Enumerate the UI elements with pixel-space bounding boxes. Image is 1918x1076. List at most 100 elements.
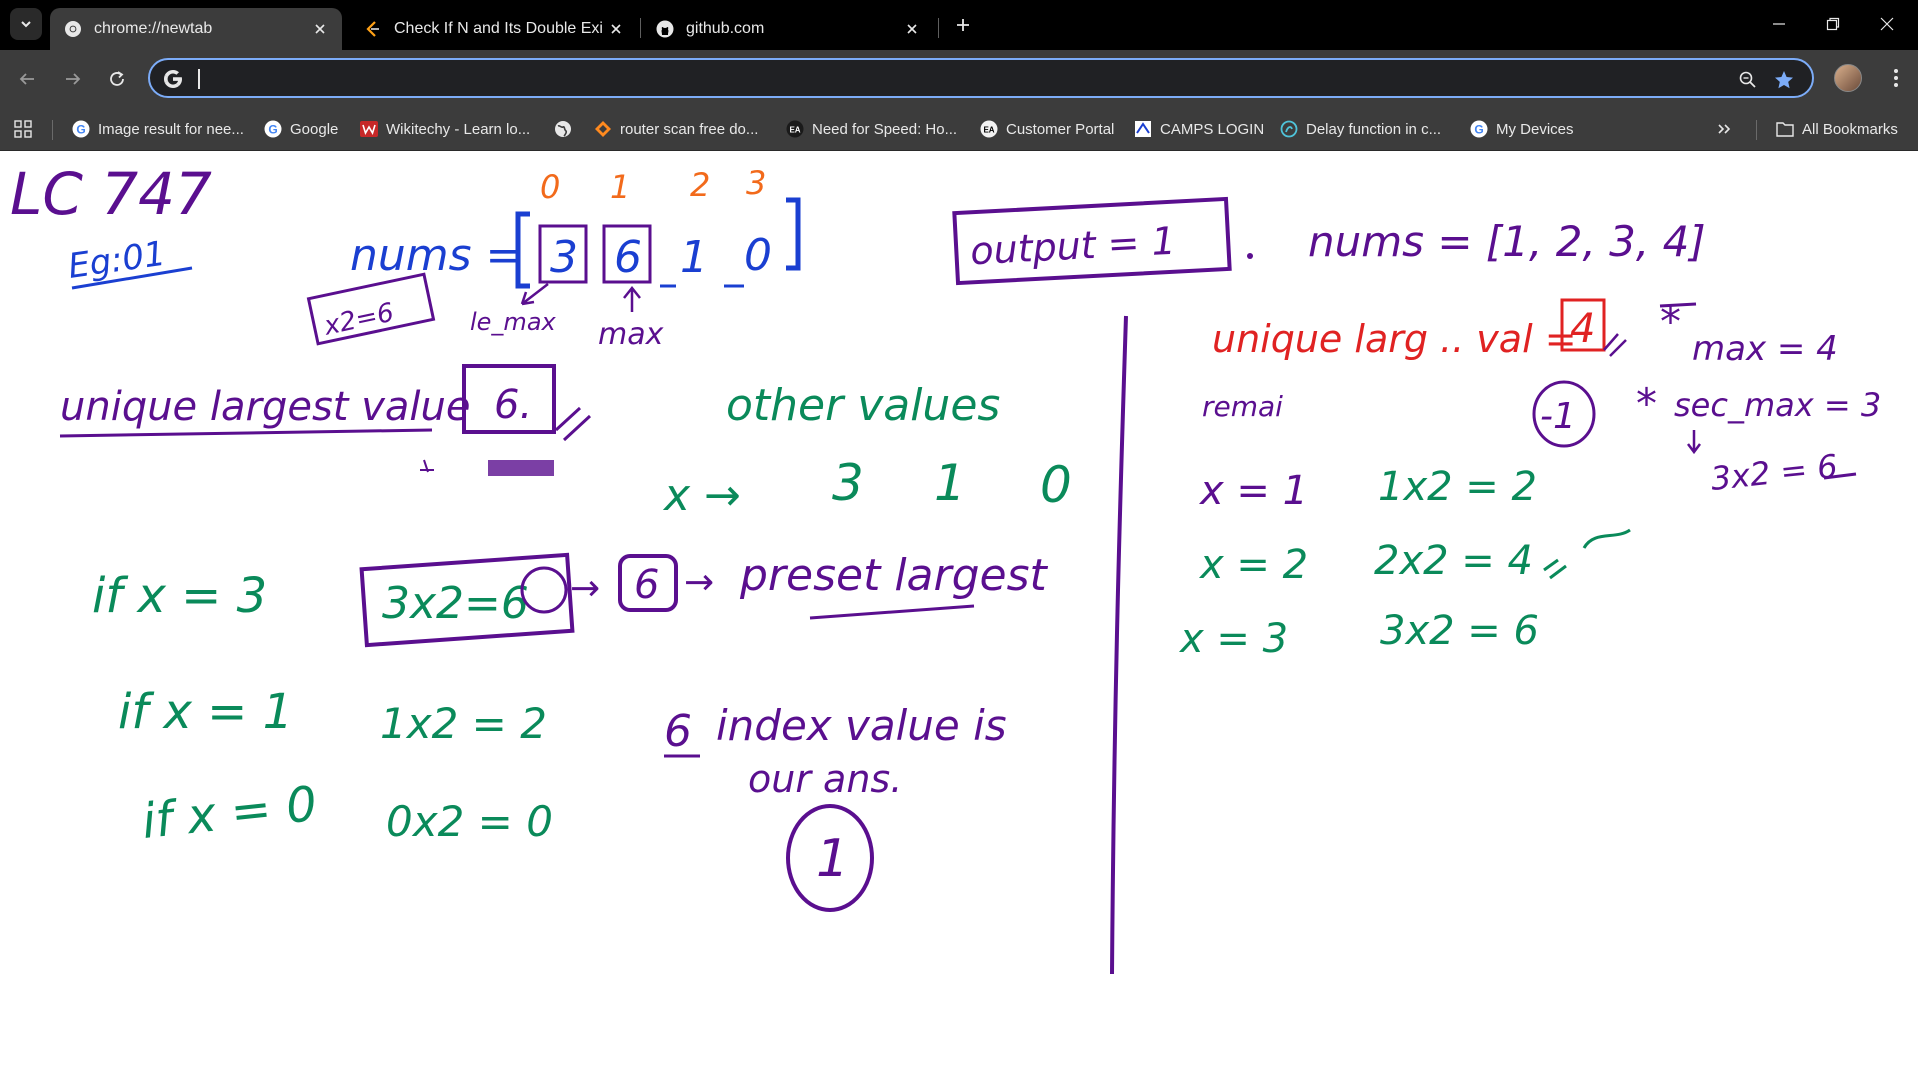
scribble	[488, 460, 554, 476]
arrow-max	[623, 285, 641, 312]
google-icon: G	[264, 120, 282, 138]
close-icon[interactable]	[602, 15, 630, 43]
nums-value: 0	[744, 230, 772, 281]
index-label: 0	[540, 168, 560, 206]
sec-max-label: sec_max = 3	[1674, 386, 1881, 424]
bookmark-label: Google	[290, 120, 339, 138]
nums-value: 3	[550, 232, 578, 283]
svg-text:EA: EA	[983, 126, 994, 135]
github-icon	[656, 20, 674, 38]
val4-text: 4	[1570, 306, 1595, 352]
calc-1-text: 1x2 = 2	[380, 699, 547, 748]
max-eq-label: max = 4	[1692, 329, 1838, 369]
svg-text:G: G	[268, 123, 277, 137]
whiteboard-canvas[interactable]: LC 747 Eg:01 0 1 2 3 nums = 3 6 1 0 x2=6…	[0, 150, 1918, 1076]
bookmarks-overflow-button[interactable]	[1716, 116, 1732, 142]
tab-separator	[938, 18, 939, 38]
minimize-icon	[1773, 23, 1785, 25]
check-mark	[1543, 528, 1631, 580]
reload-icon	[110, 71, 124, 86]
address-bar[interactable]	[148, 58, 1814, 98]
boxed-6-text: 6	[634, 562, 659, 608]
all-bookmarks-button[interactable]: All Bookmarks	[1776, 116, 1898, 142]
index-value-label: index value is	[716, 701, 1007, 750]
other-value: 0	[1040, 456, 1072, 514]
star-bar	[1659, 302, 1697, 308]
index-6-label: 6	[664, 706, 692, 757]
right-x1-label: x = 1	[1198, 468, 1308, 514]
index-label: 2	[690, 166, 710, 204]
zoom-icon[interactable]	[1736, 68, 1760, 92]
right-x3-label: x = 3	[1178, 616, 1288, 662]
reload-button[interactable]	[100, 62, 134, 96]
our-ans-label: our ans.	[748, 757, 902, 801]
new-tab-button[interactable]	[948, 10, 978, 40]
nums-value: 6	[614, 232, 642, 283]
close-icon[interactable]	[306, 15, 334, 43]
tab-title: Check If N and Its Double Exist	[394, 20, 602, 37]
bookmark-label: CAMPS LOGIN	[1160, 120, 1265, 138]
address-input[interactable]	[196, 66, 1700, 94]
bookmark-item[interactable]: CAMPS LOGIN	[1134, 116, 1264, 142]
bookmark-item[interactable]: Delay function in c...	[1280, 116, 1441, 142]
right-calc1-label: 1x2 = 2	[1378, 464, 1537, 510]
bookmark-item[interactable]	[554, 116, 580, 142]
bracket-close	[786, 197, 801, 271]
back-button[interactable]	[10, 62, 44, 96]
profile-avatar[interactable]	[1834, 64, 1862, 92]
index-label: 1	[610, 168, 630, 206]
example-label: Eg:01	[66, 234, 168, 287]
ans-value: 1	[816, 829, 849, 889]
bookmark-label: router scan free do...	[620, 120, 759, 138]
bookmark-item[interactable]: EA Customer Portal	[980, 116, 1114, 142]
bookmark-item[interactable]: EA Need for Speed: Ho...	[786, 116, 957, 142]
sec-max-arrow	[1687, 430, 1701, 455]
more-vertical-icon	[1894, 69, 1898, 87]
right-x2-label: x = 2	[1198, 542, 1308, 588]
bookmark-item[interactable]: G My Devices	[1470, 116, 1574, 142]
divider-line	[1110, 315, 1128, 975]
tab-search-button[interactable]	[10, 8, 42, 40]
tab-github[interactable]: github.com	[642, 8, 934, 50]
output-text: output = 1	[969, 219, 1177, 274]
unique-value: 6.	[494, 382, 532, 428]
if-x0-label: if x = 0	[139, 776, 319, 850]
bookmark-star-icon[interactable]	[1772, 68, 1796, 92]
restore-button[interactable]	[1806, 6, 1860, 42]
folder-icon	[1776, 120, 1794, 138]
other-value: 1	[934, 454, 966, 512]
plus-icon	[957, 19, 969, 31]
tab-leetcode[interactable]: Check If N and Its Double Exist	[350, 8, 638, 50]
bookmark-item[interactable]: G Image result for nee...	[72, 116, 244, 142]
bookmark-item[interactable]: Wikitechy - Learn lo...	[360, 116, 530, 142]
apps-grid-icon	[14, 120, 32, 138]
sec-calc-label: 3x2 = 6	[1709, 447, 1839, 498]
bookmark-item[interactable]: G Google	[264, 116, 338, 142]
google-icon: G	[1470, 120, 1488, 138]
apps-button[interactable]	[14, 116, 32, 142]
bookmark-label: Customer Portal	[1006, 120, 1115, 138]
unique-largest-label: unique largest value	[60, 384, 470, 430]
arrow-right-icon	[66, 73, 81, 85]
arrow-left-icon	[19, 73, 34, 85]
bookmark-label: Need for Speed: Ho...	[812, 120, 958, 138]
tab-newtab[interactable]: chrome://newtab	[50, 8, 342, 50]
forward-button[interactable]	[56, 62, 90, 96]
text-caret	[198, 69, 200, 89]
preset-underline	[809, 604, 975, 620]
close-window-button[interactable]	[1860, 6, 1914, 42]
svg-text:G: G	[1474, 123, 1483, 137]
right-calc3-label: 3x2 = 6	[1380, 608, 1539, 654]
bookmarks-separator	[52, 120, 53, 140]
browser-toolbar	[0, 50, 1918, 108]
boxed-6-arrow: →	[684, 562, 714, 603]
tab-title: chrome://newtab	[94, 20, 213, 37]
minimize-button[interactable]	[1752, 6, 1806, 42]
chrome-icon	[65, 21, 81, 37]
x-arrow-label: x →	[662, 470, 741, 521]
nums2-label: nums = [1, 2, 3, 4]	[1308, 217, 1706, 266]
menu-button[interactable]	[1882, 64, 1910, 92]
bookmark-label: My Devices	[1496, 120, 1574, 138]
close-icon[interactable]	[898, 15, 926, 43]
bookmark-item[interactable]: router scan free do...	[594, 116, 758, 142]
